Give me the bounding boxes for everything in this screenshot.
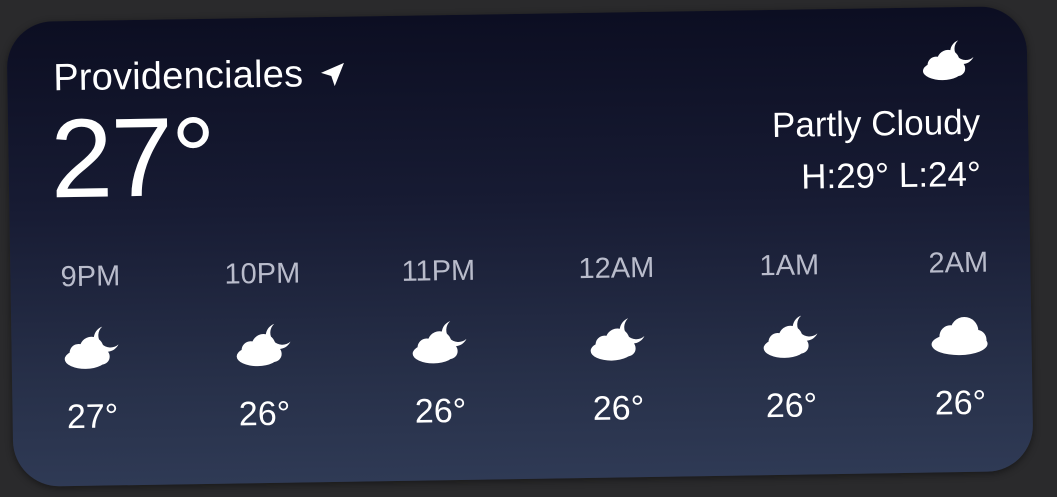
partly-cloudy-night-icon: [64, 326, 119, 369]
hour-temperature: 26°: [238, 394, 291, 434]
hour-time: 12AM: [578, 251, 655, 286]
hour-temperature: 27°: [66, 397, 119, 437]
partly-cloudy-night-icon: [236, 323, 291, 367]
weather-widget[interactable]: Providenciales 27° Partly Cloudy H:29° L…: [6, 6, 1034, 487]
hourly-item: 2AM 26°: [898, 246, 1021, 424]
high-low-text: H:29° L:24°: [800, 154, 982, 197]
hourly-item: 9PM 27°: [30, 260, 153, 438]
hour-time: 9PM: [60, 260, 121, 294]
hourly-forecast: 9PM 27° 10PM 26° 11PM 26° 12AM 26° 1AM 2…: [10, 246, 1033, 472]
partly-cloudy-night-icon: [590, 318, 645, 361]
hourly-item: 11PM 26°: [378, 254, 501, 432]
location-name: Providenciales: [52, 53, 304, 100]
hour-time: 2AM: [928, 246, 989, 280]
partly-cloudy-night-icon: [763, 315, 818, 358]
cloudy-icon: [931, 317, 988, 356]
hour-temperature: 26°: [765, 386, 818, 426]
hourly-item: 12AM 26°: [556, 252, 679, 430]
hourly-item: 1AM 26°: [729, 249, 852, 427]
hour-temperature: 26°: [934, 383, 987, 423]
hour-time: 1AM: [759, 249, 820, 283]
hour-time: 11PM: [401, 254, 476, 288]
condition-text: Partly Cloudy: [771, 102, 981, 146]
hourly-item: 10PM 26°: [202, 257, 325, 435]
current-conditions: Partly Cloudy H:29° L:24°: [771, 37, 982, 198]
current-temperature: 27°: [49, 93, 215, 222]
partly-cloudy-night-icon: [922, 40, 974, 81]
hour-temperature: 26°: [414, 391, 467, 431]
hour-temperature: 26°: [592, 389, 645, 428]
partly-cloudy-night-icon: [412, 321, 467, 364]
hour-time: 10PM: [224, 257, 301, 291]
location-arrow-icon: [320, 62, 344, 86]
